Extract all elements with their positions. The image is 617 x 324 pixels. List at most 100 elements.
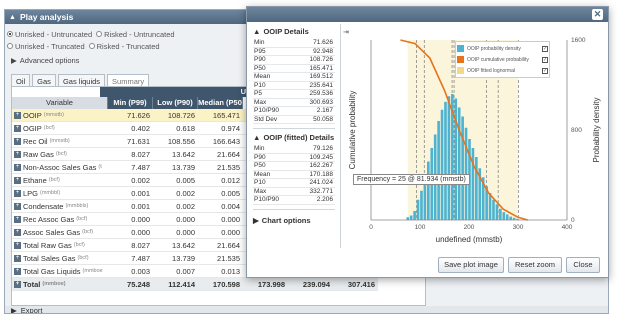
col-low[interactable]: Low (P90) [153,97,198,109]
value-cell: 0.000 [176,215,195,224]
value-cell: 0.000 [176,228,195,237]
variable-unit: (mmbbls) [65,203,89,209]
stat-row: P50 162.267 [253,162,335,171]
histogram-bar [420,190,423,220]
radio-risked-untruncated[interactable]: Risked - Untruncated [96,30,175,39]
value-cell: 0.004 [221,202,240,211]
stat-label: P10 [254,179,266,186]
radio-risked-truncated[interactable]: Risked - Truncated [88,42,160,51]
legend-cumulative[interactable]: OOIP cumulative probability ✓ [457,54,548,65]
stat-row: Min 79.126 [253,145,335,154]
export-bar[interactable]: ▶ Export [5,306,608,314]
variable-name: Raw Gas [23,150,54,159]
stat-row: Max 300.693 [253,99,335,107]
expand-row-icon[interactable]: + [14,138,21,145]
total-row[interactable]: + Total (mmboe) 75.248 112.414 170.598 173.998… [12,278,378,291]
expand-row-icon[interactable]: + [14,151,21,158]
value-cell: 307.416 [347,280,375,289]
expand-row-icon[interactable]: + [14,268,21,275]
variable-name: Total Raw Gas [23,241,72,250]
expand-row-icon[interactable]: + [14,177,21,184]
expand-row-icon[interactable]: + [14,281,21,288]
histogram-bar [457,107,461,220]
stat-label: Mean [254,170,271,178]
x-tick-label: 100 [415,224,426,231]
expand-triangle-icon: ▶ [11,306,17,314]
radio-dot-icon [88,43,95,49]
legend-swatch [457,45,464,52]
expand-row-icon[interactable]: + [14,203,21,210]
histogram-bar [505,214,509,220]
col-min[interactable]: Min (P99) [108,97,153,109]
expand-row-icon[interactable]: + [14,255,21,262]
value-cell: 13.642 [172,150,195,159]
variable-unit: (bcf) [48,177,60,183]
expand-row-icon[interactable]: + [14,112,21,119]
value-cell: 165.471 [212,111,240,120]
stat-value: 165.471 [309,64,334,72]
variable-name: Assoc Sales Gas [23,228,81,237]
histogram-bar [416,199,420,220]
legend-fitted[interactable]: OOIP fitted lognormal ✓ [457,65,548,76]
variable-unit: (bcf) [55,151,67,157]
advanced-options-toggle[interactable]: ▶ Advanced options [11,56,79,65]
stat-label: Min [254,145,265,152]
collapse-triangle-icon[interactable]: ▲ [9,14,16,21]
reset-zoom-button[interactable]: Reset zoom [508,257,562,273]
value-cell: 7.487 [131,163,150,172]
variable-cell: + Total Gas Liquids (mmboe [12,265,108,278]
variable-unit: (bcf) [77,255,89,261]
expand-row-icon[interactable]: + [14,164,21,171]
collapse-triangle-icon: ▲ [253,133,261,142]
close-button[interactable]: Close [566,257,600,273]
value-cell: 21.664 [217,150,240,159]
fitted-details-header[interactable]: ▲ OOIP (fitted) Details [253,133,335,142]
variable-name: Total Gas Liquids [23,267,81,276]
pin-icon: ⇥ [343,28,349,36]
radio-unrisked-untruncated[interactable]: Unrisked - Untruncated [7,30,92,39]
stat-row: Mean 169.512 [253,73,335,82]
stat-label: P50 [254,162,266,169]
ooip-details-header[interactable]: ▲ OOIP Details [253,27,335,36]
expand-row-icon[interactable]: + [14,242,21,249]
expand-row-icon[interactable]: + [14,216,21,223]
radio-dot-icon [7,31,13,37]
variable-name: Condensate [23,202,64,211]
stat-value: 108.726 [309,56,334,63]
stat-row: P5 259.536 [253,90,335,99]
stat-label: P10/P90 [254,196,279,203]
check-icon[interactable]: ✓ [542,56,548,63]
legend-swatch [457,56,464,63]
variable-cell: + Total Sales Gas (bcf) [12,252,108,265]
variable-name: OGIP [23,124,42,133]
stat-label: P50 [254,64,266,72]
value-cell: 166.643 [212,137,240,146]
stat-value: 79.126 [313,145,333,152]
dialog-header[interactable]: ✕ [247,7,608,22]
chart-options-toggle[interactable]: ▶ Chart options [253,216,335,225]
check-icon[interactable]: ✓ [542,45,548,52]
fitted-stats-table: Min 79.126 P90 109.245 P50 162.267 Mean 170.188… [253,145,335,205]
check-icon[interactable]: ✓ [542,67,548,74]
value-cell: 112.414 [168,280,195,289]
value-cell: 0.000 [221,215,240,224]
stat-row: P10/P90 2.167 [253,107,335,116]
variable-cell: + Raw Gas (bcf) [12,148,108,161]
histogram-bar [444,101,447,220]
close-icon[interactable]: ✕ [592,9,603,20]
stat-label: P10/P90 [254,107,279,114]
radio-dot-icon [96,31,103,37]
value-cell: 21.535 [217,254,240,263]
col-median[interactable]: Median (P50 [198,97,243,109]
expand-row-icon[interactable]: + [14,190,21,197]
x-tick-label: 300 [513,224,524,231]
x-tick-label: 400 [562,224,573,231]
expand-row-icon[interactable]: + [14,125,21,132]
radio-unrisked-truncated[interactable]: Unrisked - Truncated [7,42,85,51]
legend-density[interactable]: OOIP probability density ✓ [457,43,548,54]
variable-unit: (bcf) [76,216,88,222]
expand-row-icon[interactable]: + [14,229,21,236]
stat-value: 169.512 [309,73,334,80]
save-plot-image-button[interactable]: Save plot image [438,257,504,273]
col-variable[interactable]: Variable [12,97,108,109]
